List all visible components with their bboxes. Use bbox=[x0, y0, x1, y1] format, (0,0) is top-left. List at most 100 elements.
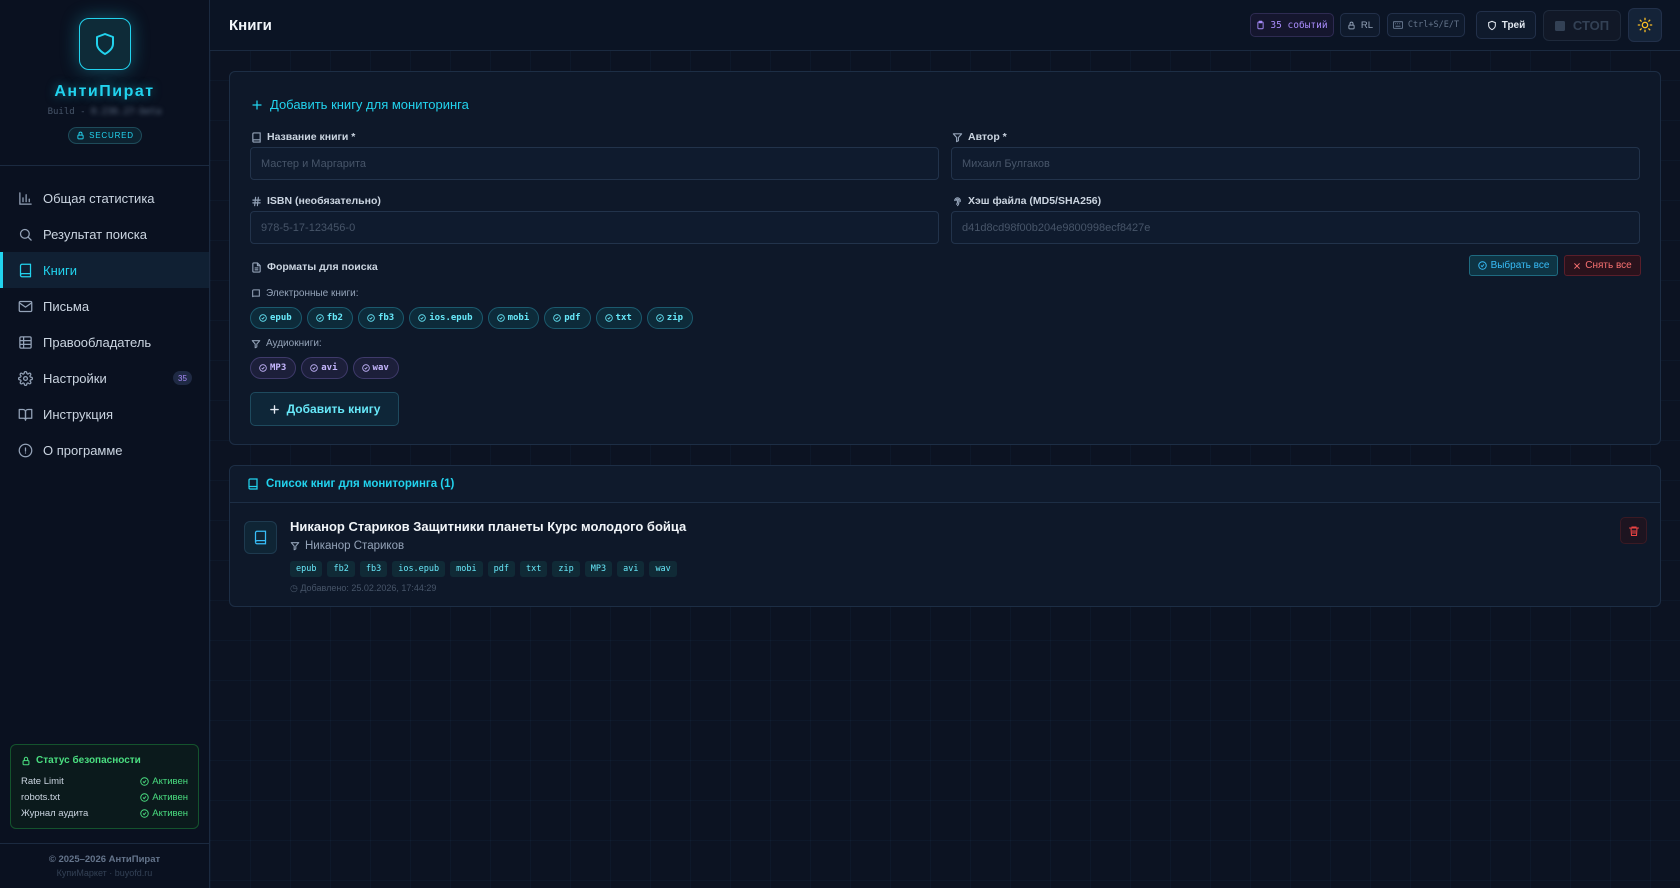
lock-icon bbox=[1348, 21, 1355, 29]
sidebar-item-about[interactable]: О программе bbox=[0, 432, 209, 468]
search-icon bbox=[19, 228, 32, 241]
security-row-key: Rate Limit bbox=[21, 775, 64, 787]
isbn-input[interactable] bbox=[250, 211, 939, 244]
sidebar-item-rightholder[interactable]: Правообладатель bbox=[0, 324, 209, 360]
book-list-header: Список книг для мониторинга (1) bbox=[230, 466, 1660, 503]
topbar: Книги 35 событий RL Ctrl+S/E/T Трей bbox=[210, 0, 1680, 51]
sidebar-item-label: Письма bbox=[43, 298, 90, 314]
add-book-button[interactable]: Добавить книгу bbox=[250, 392, 399, 426]
author-label: Автор * bbox=[952, 131, 1007, 143]
build-version: 0.236.27-beta bbox=[90, 107, 162, 117]
sidebar-item-label: Результат поиска bbox=[43, 226, 147, 242]
sidebar-item-letters[interactable]: Письма bbox=[0, 288, 209, 324]
tray-button[interactable]: Трей bbox=[1476, 11, 1536, 39]
stop-button[interactable]: СТОП bbox=[1543, 10, 1621, 41]
format-chip-label: mobi bbox=[507, 313, 530, 323]
select-all-button[interactable]: Выбрать все bbox=[1469, 255, 1558, 276]
add-book-title-text: Добавить книгу для мониторинга bbox=[270, 97, 469, 112]
sidebar-footer: © 2025–2026 АнтиПират КупиМаркет · buyof… bbox=[0, 843, 209, 878]
format-chip-label: wav bbox=[372, 363, 389, 373]
shield-logo-icon bbox=[79, 18, 131, 70]
filter-icon bbox=[251, 339, 261, 348]
sidebar-item-search-results[interactable]: Результат поиска bbox=[0, 216, 209, 252]
hash-input[interactable] bbox=[951, 211, 1640, 244]
secured-badge: SECURED bbox=[68, 127, 142, 144]
sidebar-item-settings[interactable]: Настройки 35 bbox=[0, 360, 209, 396]
check-circle-icon bbox=[140, 776, 149, 786]
format-chip-ios-epub[interactable]: ios.epub bbox=[409, 307, 483, 329]
book-item-icon bbox=[244, 521, 277, 554]
check-circle-icon bbox=[604, 314, 613, 322]
check-circle-icon bbox=[1477, 261, 1487, 270]
security-row-value-text: Активен bbox=[152, 791, 188, 803]
security-row-value-text: Активен bbox=[152, 775, 188, 787]
book-name-label: Название книги * bbox=[251, 131, 355, 143]
rate-limit-button[interactable]: RL bbox=[1340, 13, 1380, 37]
app-name: АнтиПират bbox=[54, 83, 155, 100]
format-chip-epub[interactable]: epub bbox=[250, 307, 302, 329]
format-chip-wav[interactable]: wav bbox=[352, 357, 399, 379]
security-row-key: Журнал аудита bbox=[21, 807, 89, 819]
theme-toggle-button[interactable] bbox=[1628, 8, 1662, 42]
sidebar: АнтиПират Build - 0.236.27-beta SECURED … bbox=[0, 0, 210, 888]
author-label-text: Автор * bbox=[968, 131, 1007, 143]
format-chip-zip[interactable]: zip bbox=[646, 307, 694, 329]
bar-chart-icon bbox=[19, 191, 32, 205]
sidebar-item-label: Правообладатель bbox=[43, 334, 152, 350]
format-chip-label: epub bbox=[270, 313, 292, 323]
sidebar-nav: Общая статистика Результат поиска Книги … bbox=[0, 180, 209, 468]
build-prefix: Build - bbox=[47, 107, 86, 117]
isbn-label: ISBN (необязательно) bbox=[251, 195, 381, 207]
author-input[interactable] bbox=[951, 147, 1640, 180]
format-chip-fb2[interactable]: fb2 bbox=[306, 307, 353, 329]
deselect-all-button[interactable]: Снять все bbox=[1564, 255, 1641, 276]
book-icon bbox=[19, 263, 32, 277]
format-tag: mobi bbox=[450, 561, 483, 577]
format-tag: MP3 bbox=[584, 561, 613, 577]
sidebar-item-instructions[interactable]: Инструкция bbox=[0, 396, 209, 432]
add-book-title: Добавить книгу для мониторинга bbox=[251, 97, 469, 112]
check-circle-icon bbox=[361, 364, 370, 372]
format-chip-mp3[interactable]: MP3 bbox=[250, 357, 297, 379]
format-chip-mobi[interactable]: mobi bbox=[487, 307, 540, 329]
check-circle-icon bbox=[315, 314, 324, 322]
keyboard-icon bbox=[1392, 21, 1403, 29]
format-chip-avi[interactable]: avi bbox=[301, 357, 348, 379]
check-circle-icon bbox=[553, 314, 562, 322]
book-item-formats: epub fb2 fb3 ios.epub mobi pdf txt zip M… bbox=[290, 561, 677, 577]
security-status-panel: Статус безопасности Rate Limit Активен r… bbox=[10, 744, 199, 829]
book-name-input[interactable] bbox=[250, 147, 939, 180]
format-tag: txt bbox=[520, 561, 548, 577]
format-chip-txt[interactable]: txt bbox=[595, 307, 642, 329]
plus-icon bbox=[252, 99, 262, 110]
check-circle-icon bbox=[496, 314, 505, 322]
shield-icon bbox=[1487, 20, 1496, 30]
sidebar-item-books[interactable]: Книги bbox=[0, 252, 209, 288]
secured-label: SECURED bbox=[89, 131, 134, 140]
format-tag: fb2 bbox=[327, 561, 355, 577]
sun-icon bbox=[1637, 17, 1653, 33]
ebook-format-chips: epub fb2 fb3 ios.epub mobi pdf txt zip bbox=[250, 307, 694, 329]
file-icon bbox=[252, 261, 261, 273]
format-tag: avi bbox=[617, 561, 645, 577]
sidebar-item-label: О программе bbox=[43, 442, 123, 458]
clipboard-icon bbox=[1257, 20, 1264, 30]
events-counter-button[interactable]: 35 событий bbox=[1250, 13, 1334, 37]
format-chip-fb3[interactable]: fb3 bbox=[357, 307, 405, 329]
delete-book-button[interactable] bbox=[1620, 517, 1647, 544]
check-circle-icon bbox=[310, 364, 319, 372]
check-circle-icon bbox=[259, 364, 267, 372]
format-tag: zip bbox=[552, 561, 580, 577]
filter-icon bbox=[290, 542, 300, 551]
fingerprint-icon bbox=[954, 196, 961, 206]
keyboard-shortcut-button[interactable]: Ctrl+S/E/T bbox=[1387, 13, 1465, 37]
sidebar-item-statistics[interactable]: Общая статистика bbox=[0, 180, 209, 216]
security-row-value: Активен bbox=[140, 776, 188, 787]
format-tag: pdf bbox=[487, 561, 515, 577]
format-chip-pdf[interactable]: pdf bbox=[544, 307, 591, 329]
security-row-audit-log: Журнал аудита Активен bbox=[21, 805, 188, 821]
filter-icon bbox=[952, 132, 963, 142]
ebooks-label: Электронные книги: bbox=[251, 288, 359, 299]
add-book-button-label: Добавить книгу bbox=[286, 402, 381, 416]
format-chip-label: pdf bbox=[564, 313, 581, 323]
